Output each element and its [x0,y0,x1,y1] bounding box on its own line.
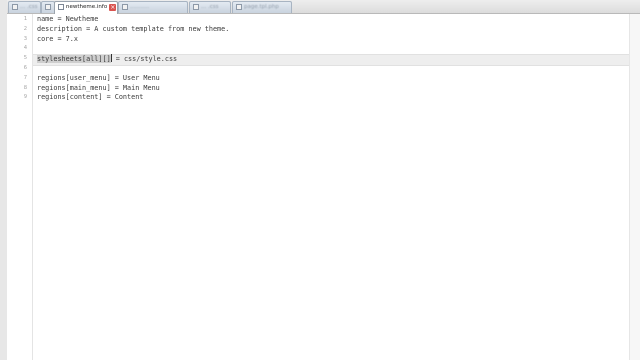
line-number: 2 [23,25,27,32]
line-number: 9 [23,94,27,101]
vertical-scrollbar[interactable] [629,14,640,360]
line-number: 3 [23,35,27,42]
code-line-region-main-menu[interactable]: regions[main_menu] = Main Menu [37,84,160,94]
code-line-region-content[interactable]: regions[content] = Content [37,93,143,103]
code-text: = css/style.css [111,55,178,64]
close-icon[interactable]: × [109,4,117,11]
tab-style-css-1[interactable]: ... .css [8,1,41,13]
line-number: 4 [23,45,27,52]
tab-partial[interactable] [41,1,55,13]
line-number: 8 [23,84,27,91]
line-number: 1 [23,16,27,22]
file-icon [236,4,242,10]
code-line-stylesheets[interactable]: stylesheets[all][] = css/style.css [37,54,177,64]
code-editor[interactable]: name = Newtheme description = A custom t… [33,14,640,360]
editor-window: ... .css newtheme.info × ........... ... … [0,0,640,360]
tab-bar: ... .css newtheme.info × ........... ... … [7,0,640,14]
file-icon [122,4,128,10]
tab-page-tpl[interactable]: page.tpl.php [232,1,292,13]
code-line-name[interactable]: name = Newtheme [37,15,98,25]
selected-text[interactable]: stylesheets[all][] [37,55,111,64]
code-line-description[interactable]: description = A custom template from new… [37,25,229,35]
file-icon [58,4,64,10]
tab-style-css-2[interactable]: ... .css [189,1,231,13]
tab-other-file[interactable]: ........... [118,1,188,13]
line-number: 6 [23,65,27,71]
line-number: 7 [23,74,27,81]
code-line-region-user-menu[interactable]: regions[user_menu] = User Menu [37,74,160,84]
code-line-core[interactable]: core = 7.x [37,35,78,45]
line-number: 5 [23,55,27,62]
file-icon [45,4,51,10]
file-icon [193,4,199,10]
line-number-gutter: 1 2 3 4 5 6 7 8 9 [7,14,33,360]
file-icon [12,4,18,10]
tab-newtheme-info[interactable]: newtheme.info × [54,1,118,14]
